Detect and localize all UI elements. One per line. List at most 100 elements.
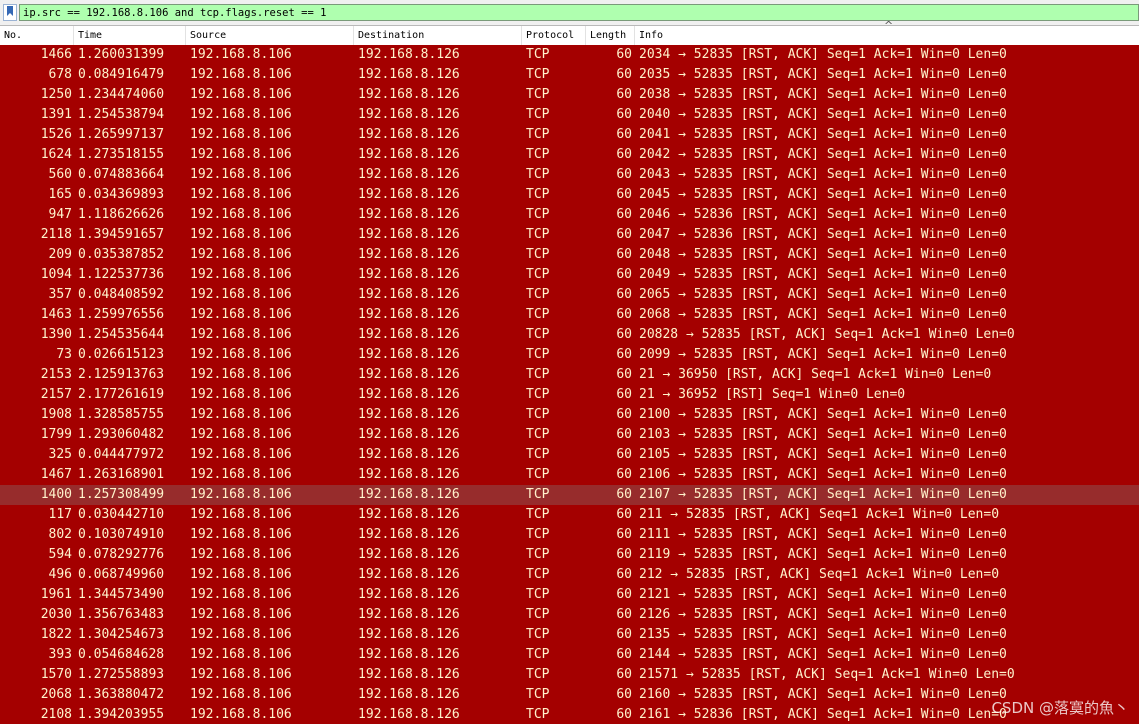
packet-row[interactable]: 165 0.034369893 192.168.8.106 192.168.8.126…	[0, 185, 1139, 205]
packet-destination: 192.168.8.126	[358, 687, 460, 702]
packet-row[interactable]: 678 0.084916479 192.168.8.106 192.168.8.126…	[0, 65, 1139, 85]
packet-time: 0.084916479	[78, 67, 165, 82]
packet-row[interactable]: 1624 1.273518155 192.168.8.106 192.168.8.12…	[0, 145, 1139, 165]
packet-length: 60	[616, 447, 632, 462]
packet-length: 60	[616, 67, 632, 82]
packet-row[interactable]: 496 0.068749960 192.168.8.106 192.168.8.126…	[0, 565, 1139, 585]
packet-destination: 192.168.8.126	[358, 187, 460, 202]
packet-row[interactable]: 2068 1.363880472 192.168.8.106 192.168.8.12…	[0, 685, 1139, 705]
column-header-source[interactable]: Source	[186, 26, 354, 45]
packet-time: 1.122537736	[78, 267, 165, 282]
packet-time: 0.078292776	[78, 547, 165, 562]
packet-source: 192.168.8.106	[190, 607, 292, 622]
packet-destination: 192.168.8.126	[358, 707, 460, 722]
packet-info: 21 → 36950 [RST, ACK] Seq=1 Ack=1 Win=0 …	[639, 367, 992, 382]
packet-protocol: TCP	[526, 367, 550, 382]
packet-protocol: TCP	[526, 667, 550, 682]
packet-number: 2108	[40, 707, 72, 722]
packet-time: 1.304254673	[78, 627, 165, 642]
column-header-no[interactable]: No.	[0, 26, 74, 45]
packet-protocol: TCP	[526, 427, 550, 442]
column-header-time[interactable]: Time	[74, 26, 186, 45]
packet-row[interactable]: 1908 1.328585755 192.168.8.106 192.168.8.12…	[0, 405, 1139, 425]
packet-number: 2157	[40, 387, 72, 402]
packet-time: 1.394203955	[78, 707, 165, 722]
packet-number: 393	[48, 647, 72, 662]
packet-row[interactable]: 393 0.054684628 192.168.8.106 192.168.8.126…	[0, 645, 1139, 665]
packet-length: 60	[616, 207, 632, 222]
packet-time: 1.257308499	[78, 487, 165, 502]
packet-time: 2.177261619	[78, 387, 165, 402]
packet-source: 192.168.8.106	[190, 667, 292, 682]
packet-row[interactable]: 1961 1.344573490 192.168.8.106 192.168.8.12…	[0, 585, 1139, 605]
packet-destination: 192.168.8.126	[358, 67, 460, 82]
packet-destination: 192.168.8.126	[358, 607, 460, 622]
packet-time: 0.035387852	[78, 247, 165, 262]
packet-row[interactable]: 1526 1.265997137 192.168.8.106 192.168.8.12…	[0, 125, 1139, 145]
packet-row[interactable]: 1250 1.234474060 192.168.8.106 192.168.8.12…	[0, 85, 1139, 105]
packet-source: 192.168.8.106	[190, 487, 292, 502]
packet-time: 1.356763483	[78, 607, 165, 622]
packet-row[interactable]: 2118 1.394591657 192.168.8.106 192.168.8.12…	[0, 225, 1139, 245]
packet-length: 60	[616, 287, 632, 302]
packet-time: 1.394591657	[78, 227, 165, 242]
packet-row[interactable]: 2153 2.125913763 192.168.8.106 192.168.8.12…	[0, 365, 1139, 385]
packet-destination: 192.168.8.126	[358, 127, 460, 142]
packet-length: 60	[616, 567, 632, 582]
packet-info: 2106 → 52835 [RST, ACK] Seq=1 Ack=1 Win=…	[639, 467, 1007, 482]
packet-number: 1961	[40, 587, 72, 602]
packet-number: 1466	[40, 47, 72, 62]
packet-number: 1250	[40, 87, 72, 102]
packet-row[interactable]: 1094 1.122537736 192.168.8.106 192.168.8.12…	[0, 265, 1139, 285]
packet-number: 594	[48, 547, 72, 562]
packet-protocol: TCP	[526, 227, 550, 242]
packet-row[interactable]: 2157 2.177261619 192.168.8.106 192.168.8.12…	[0, 385, 1139, 405]
display-filter-input[interactable]	[19, 4, 1139, 21]
packet-row[interactable]: 1822 1.304254673 192.168.8.106 192.168.8.12…	[0, 625, 1139, 645]
column-header-destination[interactable]: Destination	[354, 26, 522, 45]
packet-protocol: TCP	[526, 527, 550, 542]
packet-protocol: TCP	[526, 387, 550, 402]
packet-row[interactable]: 1463 1.259976556 192.168.8.106 192.168.8.12…	[0, 305, 1139, 325]
packet-number: 1467	[40, 467, 72, 482]
packet-row[interactable]: 1391 1.254538794 192.168.8.106 192.168.8.12…	[0, 105, 1139, 125]
packet-row[interactable]: 947 1.118626626 192.168.8.106 192.168.8.126…	[0, 205, 1139, 225]
packet-row[interactable]: 594 0.078292776 192.168.8.106 192.168.8.126…	[0, 545, 1139, 565]
packet-row[interactable]: 560 0.074883664 192.168.8.106 192.168.8.126…	[0, 165, 1139, 185]
packet-row[interactable]: 1466 1.260031399 192.168.8.106 192.168.8.12…	[0, 45, 1139, 65]
packet-source: 192.168.8.106	[190, 247, 292, 262]
packet-list[interactable]: 1466 1.260031399 192.168.8.106 192.168.8.12…	[0, 45, 1139, 724]
packet-row[interactable]: 1390 1.254535644 192.168.8.106 192.168.8.12…	[0, 325, 1139, 345]
column-header-length[interactable]: Length	[586, 26, 635, 45]
packet-time: 1.234474060	[78, 87, 165, 102]
display-filter-toolbar	[0, 0, 1139, 26]
packet-time: 1.293060482	[78, 427, 165, 442]
packet-protocol: TCP	[526, 187, 550, 202]
packet-row[interactable]: 209 0.035387852 192.168.8.106 192.168.8.126…	[0, 245, 1139, 265]
packet-time: 1.260031399	[78, 47, 165, 62]
packet-row[interactable]: 1400 1.257308499 192.168.8.106 192.168.8.12…	[0, 485, 1139, 505]
packet-row[interactable]: 1570 1.272558893 192.168.8.106 192.168.8.12…	[0, 665, 1139, 685]
packet-row[interactable]: 2030 1.356763483 192.168.8.106 192.168.8.12…	[0, 605, 1139, 625]
packet-info: 2046 → 52836 [RST, ACK] Seq=1 Ack=1 Win=…	[639, 207, 1007, 222]
packet-destination: 192.168.8.126	[358, 527, 460, 542]
packet-time: 1.254538794	[78, 107, 165, 122]
packet-destination: 192.168.8.126	[358, 107, 460, 122]
packet-destination: 192.168.8.126	[358, 347, 460, 362]
packet-destination: 192.168.8.126	[358, 147, 460, 162]
packet-length: 60	[616, 607, 632, 622]
packet-row[interactable]: 357 0.048408592 192.168.8.106 192.168.8.126…	[0, 285, 1139, 305]
packet-row[interactable]: 117 0.030442710 192.168.8.106 192.168.8.126…	[0, 505, 1139, 525]
packet-row[interactable]: 325 0.044477972 192.168.8.106 192.168.8.126…	[0, 445, 1139, 465]
packet-number: 947	[48, 207, 72, 222]
filter-bookmark-icon[interactable]	[3, 4, 17, 21]
packet-row[interactable]: 1799 1.293060482 192.168.8.106 192.168.8.12…	[0, 425, 1139, 445]
packet-row[interactable]: 1467 1.263168901 192.168.8.106 192.168.8.12…	[0, 465, 1139, 485]
packet-source: 192.168.8.106	[190, 367, 292, 382]
packet-number: 1400	[40, 487, 72, 502]
packet-length: 60	[616, 407, 632, 422]
packet-row[interactable]: 802 0.103074910 192.168.8.106 192.168.8.126…	[0, 525, 1139, 545]
column-header-protocol[interactable]: Protocol	[522, 26, 586, 45]
packet-row[interactable]: 2108 1.394203955 192.168.8.106 192.168.8.12…	[0, 705, 1139, 724]
packet-row[interactable]: 73 0.026615123 192.168.8.106 192.168.8.126 T…	[0, 345, 1139, 365]
